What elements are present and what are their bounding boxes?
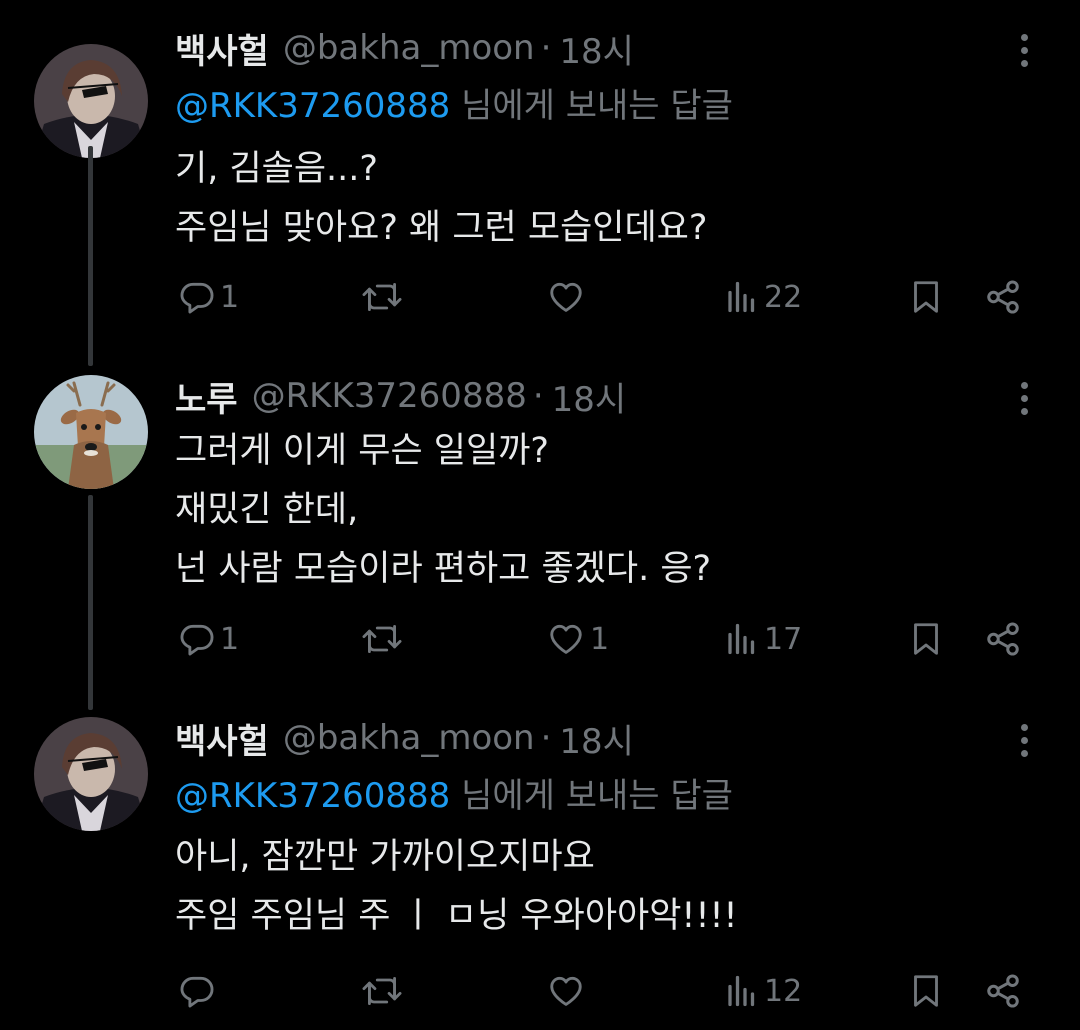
bookmark-button[interactable] (908, 272, 944, 322)
like-icon (550, 282, 582, 312)
tweet-text-line: 넌 사람 모습이라 편하고 좋겠다. 응? (175, 549, 712, 589)
share-button[interactable] (984, 272, 1022, 322)
reply-button[interactable]: 1 (178, 272, 239, 322)
reply-icon (180, 624, 214, 656)
avatar-bakha-image (34, 717, 148, 831)
display-name[interactable]: 백사헐 (175, 24, 269, 73)
thread-connector-line (88, 146, 93, 366)
like-button[interactable] (546, 966, 590, 1016)
avatar-bakha[interactable] (34, 717, 148, 831)
reply-mention-link[interactable]: @RKK37260888 (175, 86, 450, 126)
tweet-text: 그러게 이게 무슨 일일까? 재밌긴 한데, 넌 사람 모습이라 편하고 좋겠다… (175, 422, 711, 599)
tweet-text-line: 기, 김솔음...? (175, 149, 379, 189)
reply-icon (180, 282, 214, 314)
bookmark-icon (914, 975, 938, 1007)
share-icon (987, 622, 1019, 656)
avatar-bakha[interactable] (34, 44, 148, 158)
tweet-1[interactable]: 백사헐 @bakha_moon · 18시 @RKK37260888 님에게 보… (0, 22, 1080, 342)
tweet-text-line: 아니, 잠깐만 가까이오지마요 (175, 837, 595, 877)
share-button[interactable] (984, 966, 1022, 1016)
reply-button[interactable]: 1 (178, 614, 239, 664)
tweet-3[interactable]: 백사헐 @bakha_moon · 18시 @RKK37260888 님에게 보… (0, 712, 1080, 1030)
display-name[interactable]: 노루 (175, 372, 238, 421)
views-button[interactable]: 17 (724, 614, 802, 664)
timestamp[interactable]: 18시 (559, 24, 634, 73)
reply-context: @RKK37260888 님에게 보내는 답글 (175, 768, 733, 817)
action-bar: 1 1 17 (0, 614, 1080, 664)
reply-count: 1 (220, 621, 240, 657)
view-count: 17 (764, 621, 803, 657)
bookmark-button[interactable] (908, 966, 944, 1016)
user-handle[interactable]: @RKK37260888 (252, 376, 527, 416)
avatar-noru[interactable] (34, 375, 148, 489)
avatar-noru-image (34, 375, 148, 489)
reply-button[interactable] (178, 966, 220, 1016)
more-icon[interactable] (1008, 28, 1040, 72)
retweet-icon (362, 625, 402, 653)
tweet-header: 노루 @RKK37260888 · 18시 (175, 370, 626, 422)
tweet-text-line: 주임님 맞아요? 왜 그런 모습인데요? (175, 208, 708, 248)
views-icon (728, 623, 755, 655)
like-icon (550, 976, 582, 1006)
like-button[interactable] (546, 272, 590, 322)
share-button[interactable] (984, 614, 1022, 664)
like-count: 1 (590, 621, 610, 657)
like-icon (550, 624, 582, 654)
action-bar: 1 22 (0, 272, 1080, 322)
avatar-bakha-image (34, 44, 148, 158)
reply-count: 1 (220, 279, 240, 315)
reply-suffix: 님에게 보내는 답글 (461, 86, 733, 126)
bookmark-icon (914, 623, 938, 655)
bookmark-icon (914, 281, 938, 313)
views-icon (728, 281, 755, 313)
tweet-text-line: 재밌긴 한데, (175, 490, 359, 530)
retweet-button[interactable] (360, 614, 408, 664)
view-count: 22 (764, 279, 803, 315)
like-button[interactable]: 1 (546, 614, 609, 664)
timestamp[interactable]: 18시 (552, 372, 627, 421)
view-count: 12 (764, 973, 803, 1009)
user-handle[interactable]: @bakha_moon (283, 28, 535, 68)
more-icon[interactable] (1008, 718, 1040, 762)
more-icon[interactable] (1008, 376, 1040, 420)
views-button[interactable]: 22 (724, 272, 802, 322)
views-button[interactable]: 12 (724, 966, 802, 1016)
retweet-icon (362, 977, 402, 1005)
thread-connector-line (88, 495, 93, 710)
display-name[interactable]: 백사헐 (175, 714, 269, 763)
retweet-button[interactable] (360, 966, 408, 1016)
tweet-text: 기, 김솔음...? 주임님 맞아요? 왜 그런 모습인데요? (175, 140, 707, 258)
reply-icon (180, 976, 214, 1008)
tweet-header: 백사헐 @bakha_moon · 18시 (175, 22, 634, 74)
bookmark-button[interactable] (908, 614, 944, 664)
tweet-text-line: 주임 주임님 주 ㅣ ㅁ닝 우와아아악!!!! (175, 896, 738, 936)
timestamp[interactable]: 18시 (559, 714, 634, 763)
separator-dot: · (540, 718, 552, 758)
tweet-text: 아니, 잠깐만 가까이오지마요 주임 주임님 주 ㅣ ㅁ닝 우와아아악!!!! (175, 828, 738, 946)
action-bar: 12 (0, 966, 1080, 1016)
share-icon (987, 280, 1019, 314)
reply-mention-link[interactable]: @RKK37260888 (175, 776, 450, 816)
reply-context: @RKK37260888 님에게 보내는 답글 (175, 78, 733, 127)
separator-dot: · (540, 28, 552, 68)
reply-suffix: 님에게 보내는 답글 (461, 776, 733, 816)
separator-dot: · (532, 376, 544, 416)
tweet-header: 백사헐 @bakha_moon · 18시 (175, 712, 634, 764)
views-icon (728, 975, 755, 1007)
user-handle[interactable]: @bakha_moon (283, 718, 535, 758)
share-icon (987, 974, 1019, 1008)
tweet-text-line: 그러게 이게 무슨 일일까? (175, 431, 549, 471)
tweet-2[interactable]: 노루 @RKK37260888 · 18시 그러게 이게 무슨 일일까? 재밌긴… (0, 370, 1080, 700)
retweet-button[interactable] (360, 272, 408, 322)
retweet-icon (362, 283, 402, 311)
